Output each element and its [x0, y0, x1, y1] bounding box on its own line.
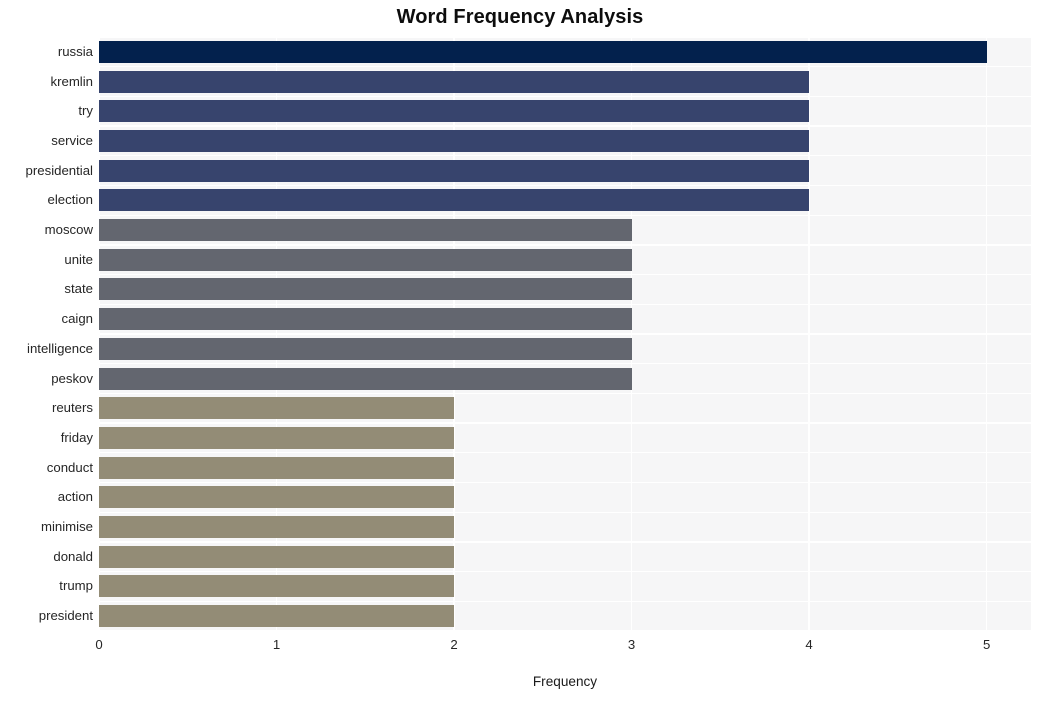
y-tick-label: state: [64, 281, 93, 297]
bar[interactable]: [99, 189, 810, 212]
bar[interactable]: [99, 605, 455, 628]
y-tick-label: minimise: [40, 519, 93, 535]
y-tick-label: conduct: [46, 459, 93, 475]
bar[interactable]: [99, 486, 455, 509]
y-tick-label: reuters: [51, 400, 93, 416]
y-tick-label: caign: [61, 311, 93, 327]
x-tick-label: 2: [450, 637, 458, 652]
y-tick-label: moscow: [44, 222, 93, 238]
y-tick-label: unite: [64, 251, 93, 267]
bar[interactable]: [99, 337, 632, 360]
x-tick-label: 1: [272, 637, 281, 652]
y-tick-label: peskov: [51, 370, 93, 386]
x-tick-label: 3: [627, 637, 636, 652]
bar[interactable]: [99, 278, 632, 301]
y-tick-label: donald: [53, 548, 93, 564]
bar[interactable]: [99, 159, 810, 182]
bar[interactable]: [99, 456, 455, 479]
bar[interactable]: [99, 516, 455, 539]
bar[interactable]: [99, 129, 810, 152]
x-axis-tick-labels: 0 1 2 3 4 5: [0, 636, 1040, 658]
bar[interactable]: [99, 308, 632, 331]
plot-area: [98, 36, 1031, 632]
bar[interactable]: [99, 397, 455, 420]
y-tick-label: presidential: [25, 162, 93, 178]
bar[interactable]: [99, 575, 455, 598]
y-tick-label: election: [47, 192, 93, 208]
y-tick-label: trump: [59, 578, 93, 594]
y-tick-label: president: [38, 608, 93, 624]
x-tick-label: 5: [982, 637, 991, 652]
y-tick-label: service: [51, 132, 93, 148]
x-axis-title: Frequency: [532, 674, 598, 689]
y-tick-label: intelligence: [27, 340, 93, 356]
bar[interactable]: [99, 219, 632, 242]
bar[interactable]: [99, 100, 810, 123]
x-tick-label: 0: [95, 637, 103, 652]
x-tick-label: 4: [805, 637, 813, 652]
y-tick-label: friday: [60, 429, 93, 445]
bars-layer: [99, 37, 1031, 631]
word-frequency-chart: Word Frequency Analysis russia kremlin try…: [0, 0, 1040, 701]
y-tick-label: kremlin: [50, 73, 94, 89]
bar[interactable]: [99, 70, 810, 93]
bar[interactable]: [99, 40, 987, 63]
bar[interactable]: [99, 545, 455, 568]
bar[interactable]: [99, 248, 632, 271]
bar[interactable]: [99, 426, 455, 449]
chart-title: Word Frequency Analysis: [396, 6, 644, 28]
bar[interactable]: [99, 367, 632, 390]
y-tick-label: try: [78, 103, 93, 119]
y-axis-tick-labels: russia kremlin try service presidential elect…: [0, 37, 93, 631]
y-tick-label: action: [57, 489, 93, 505]
y-tick-label: russia: [57, 43, 93, 59]
